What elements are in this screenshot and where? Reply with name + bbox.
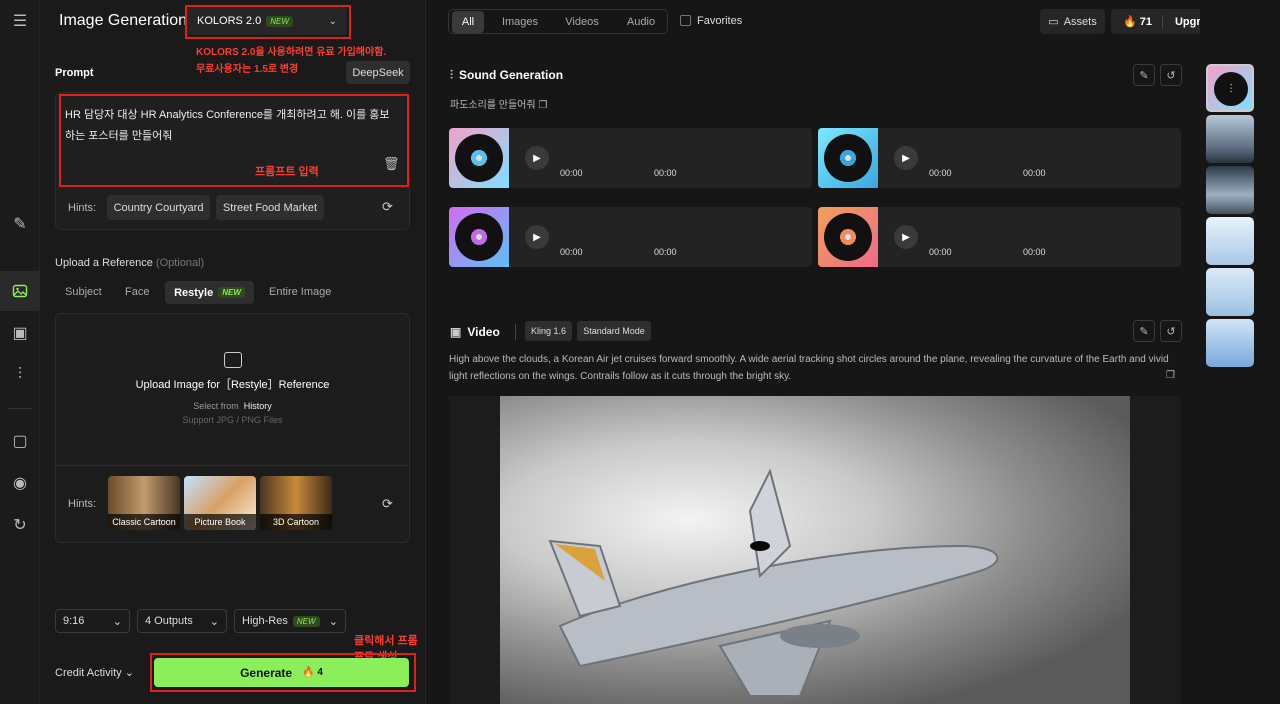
prompt-label: Prompt (55, 67, 94, 79)
deepseek-button[interactable]: DeepSeek (346, 61, 410, 84)
style-hint-picture-book[interactable]: Picture Book (184, 476, 256, 530)
quality-select[interactable]: High-Res NEW ⌄ (234, 609, 346, 633)
regenerate-icon[interactable]: ↺ (1160, 320, 1182, 342)
regenerate-icon[interactable]: ↺ (1160, 64, 1182, 86)
style-hint-3d-cartoon[interactable]: 3D Cartoon (260, 476, 332, 530)
play-icon[interactable]: ▶ (525, 225, 549, 249)
refresh-icon[interactable]: ⟳ (382, 496, 393, 512)
video-nav[interactable]: ▣ (0, 313, 40, 353)
video-mode-chip: Standard Mode (577, 321, 651, 341)
image-gen-nav[interactable] (0, 271, 40, 311)
tab-face[interactable]: Face (125, 286, 149, 298)
history-thumb-audio[interactable]: ⫶ (1206, 64, 1254, 112)
waveform-icon: ⫶ (1214, 72, 1248, 106)
history-icon[interactable]: ↻ (0, 505, 40, 545)
tab-audio[interactable]: Audio (619, 11, 663, 33)
favorites-label: Favorites (697, 15, 743, 27)
style-hints-label: Hints: (68, 498, 97, 510)
annotation-box-generate (150, 653, 416, 692)
icon-rail: ☰ ✎ ▣ ⫶ ▢ ◉ ↻ (0, 0, 40, 704)
history-thumb-image[interactable] (1206, 166, 1254, 214)
outputs-select[interactable]: 4 Outputs ⌄ (137, 609, 227, 633)
select-from: Select from History (193, 401, 272, 411)
support-text: Support JPG / PNG Files (182, 415, 283, 425)
waveform-icon: ⫶ (450, 68, 454, 82)
video-prompt: High above the clouds, a Korean Air jet … (449, 354, 1169, 382)
sound-title: ⫶ Sound Generation (450, 68, 564, 82)
album-cover (818, 128, 878, 188)
credits-count: 71 (1139, 15, 1152, 28)
tab-images[interactable]: Images (496, 11, 544, 33)
history-link[interactable]: History (244, 401, 272, 411)
tab-restyle[interactable]: Restyle NEW (165, 281, 254, 304)
annotation-prompt: 프롬프트 입력 (255, 166, 319, 178)
rail-divider (8, 408, 32, 409)
page-title: Image Generation (59, 12, 188, 29)
video-title: ▣ Video (450, 325, 500, 339)
history-thumb-image[interactable] (1206, 319, 1254, 367)
video-icon: ▣ (450, 325, 462, 339)
play-icon[interactable]: ▶ (894, 225, 918, 249)
video-frame (500, 396, 1130, 704)
favorites-checkbox[interactable] (680, 15, 691, 26)
annotation-box-prompt (59, 94, 409, 187)
airplane-image (548, 468, 999, 697)
audio-track-3[interactable]: ▶ 00:00 00:00 (449, 207, 812, 267)
video-model-chip: Kling 1.6 (525, 321, 572, 341)
annotation-box-model (185, 5, 351, 39)
sound-prompt: 파도소리를 만들어줘 ❐ (450, 100, 548, 111)
credit-activity[interactable]: Credit Activity ⌄ (55, 666, 134, 679)
flame-icon: 🔥 (1123, 16, 1137, 28)
assets-button[interactable]: ▭ Assets (1040, 9, 1105, 34)
audio-track-1[interactable]: ▶ 00:00 00:00 (449, 128, 812, 188)
hint-chip[interactable]: Country Courtyard (107, 195, 210, 220)
upload-text: Upload Image for［Restyle］Reference (135, 379, 330, 391)
chevron-down-icon: ⌄ (328, 615, 338, 628)
magic-icon[interactable]: ✎ (0, 204, 40, 244)
tab-videos[interactable]: Videos (558, 11, 606, 33)
play-icon[interactable]: ▶ (525, 146, 549, 170)
copy-icon[interactable]: ❐ (1166, 370, 1175, 381)
chevron-down-icon: ⌄ (112, 615, 122, 628)
play-icon[interactable]: ▶ (894, 146, 918, 170)
history-thumb-image[interactable] (1206, 268, 1254, 316)
tab-all[interactable]: All (452, 11, 484, 33)
divider (515, 324, 516, 340)
audio-track-2[interactable]: ▶ 00:00 00:00 (818, 128, 1181, 188)
image-icon (12, 284, 28, 298)
album-cover (449, 128, 509, 188)
menu-icon[interactable]: ☰ (0, 1, 40, 41)
hint-chip[interactable]: Street Food Market (216, 195, 324, 220)
album-cover (818, 207, 878, 267)
edit-icon[interactable]: ✎ (1133, 320, 1155, 342)
add-image-icon (224, 352, 242, 368)
divider (56, 465, 409, 466)
ratio-select[interactable]: 9:16 ⌄ (55, 609, 130, 633)
tab-entire-image[interactable]: Entire Image (269, 286, 331, 298)
history-thumb-image[interactable] (1206, 217, 1254, 265)
hints-label: Hints: (68, 202, 97, 214)
reference-label: Upload a Reference (Optional) (55, 257, 205, 269)
tab-subject[interactable]: Subject (65, 286, 102, 298)
generation-panel: Image Generation KOLORS 2.0 NEW ⌄ KOLORS … (40, 0, 426, 704)
refresh-icon[interactable]: ⟳ (382, 199, 393, 215)
edit-icon[interactable]: ✎ (1133, 64, 1155, 86)
history-thumb-video[interactable] (1206, 115, 1254, 163)
copy-icon: ❐ (538, 100, 548, 111)
style-hint-classic-cartoon[interactable]: Classic Cartoon (108, 476, 180, 530)
video-player[interactable] (449, 396, 1181, 704)
folder-icon: ▭ (1048, 16, 1059, 28)
audio-nav[interactable]: ⫶ (0, 355, 40, 395)
device-icon[interactable]: ▢ (0, 421, 40, 461)
audio-track-4[interactable]: ▶ 00:00 00:00 (818, 207, 1181, 267)
trash-icon[interactable]: 🗑 (383, 156, 400, 172)
chevron-down-icon: ⌄ (209, 615, 219, 628)
album-cover (449, 207, 509, 267)
eye-icon[interactable]: ◉ (0, 463, 40, 503)
